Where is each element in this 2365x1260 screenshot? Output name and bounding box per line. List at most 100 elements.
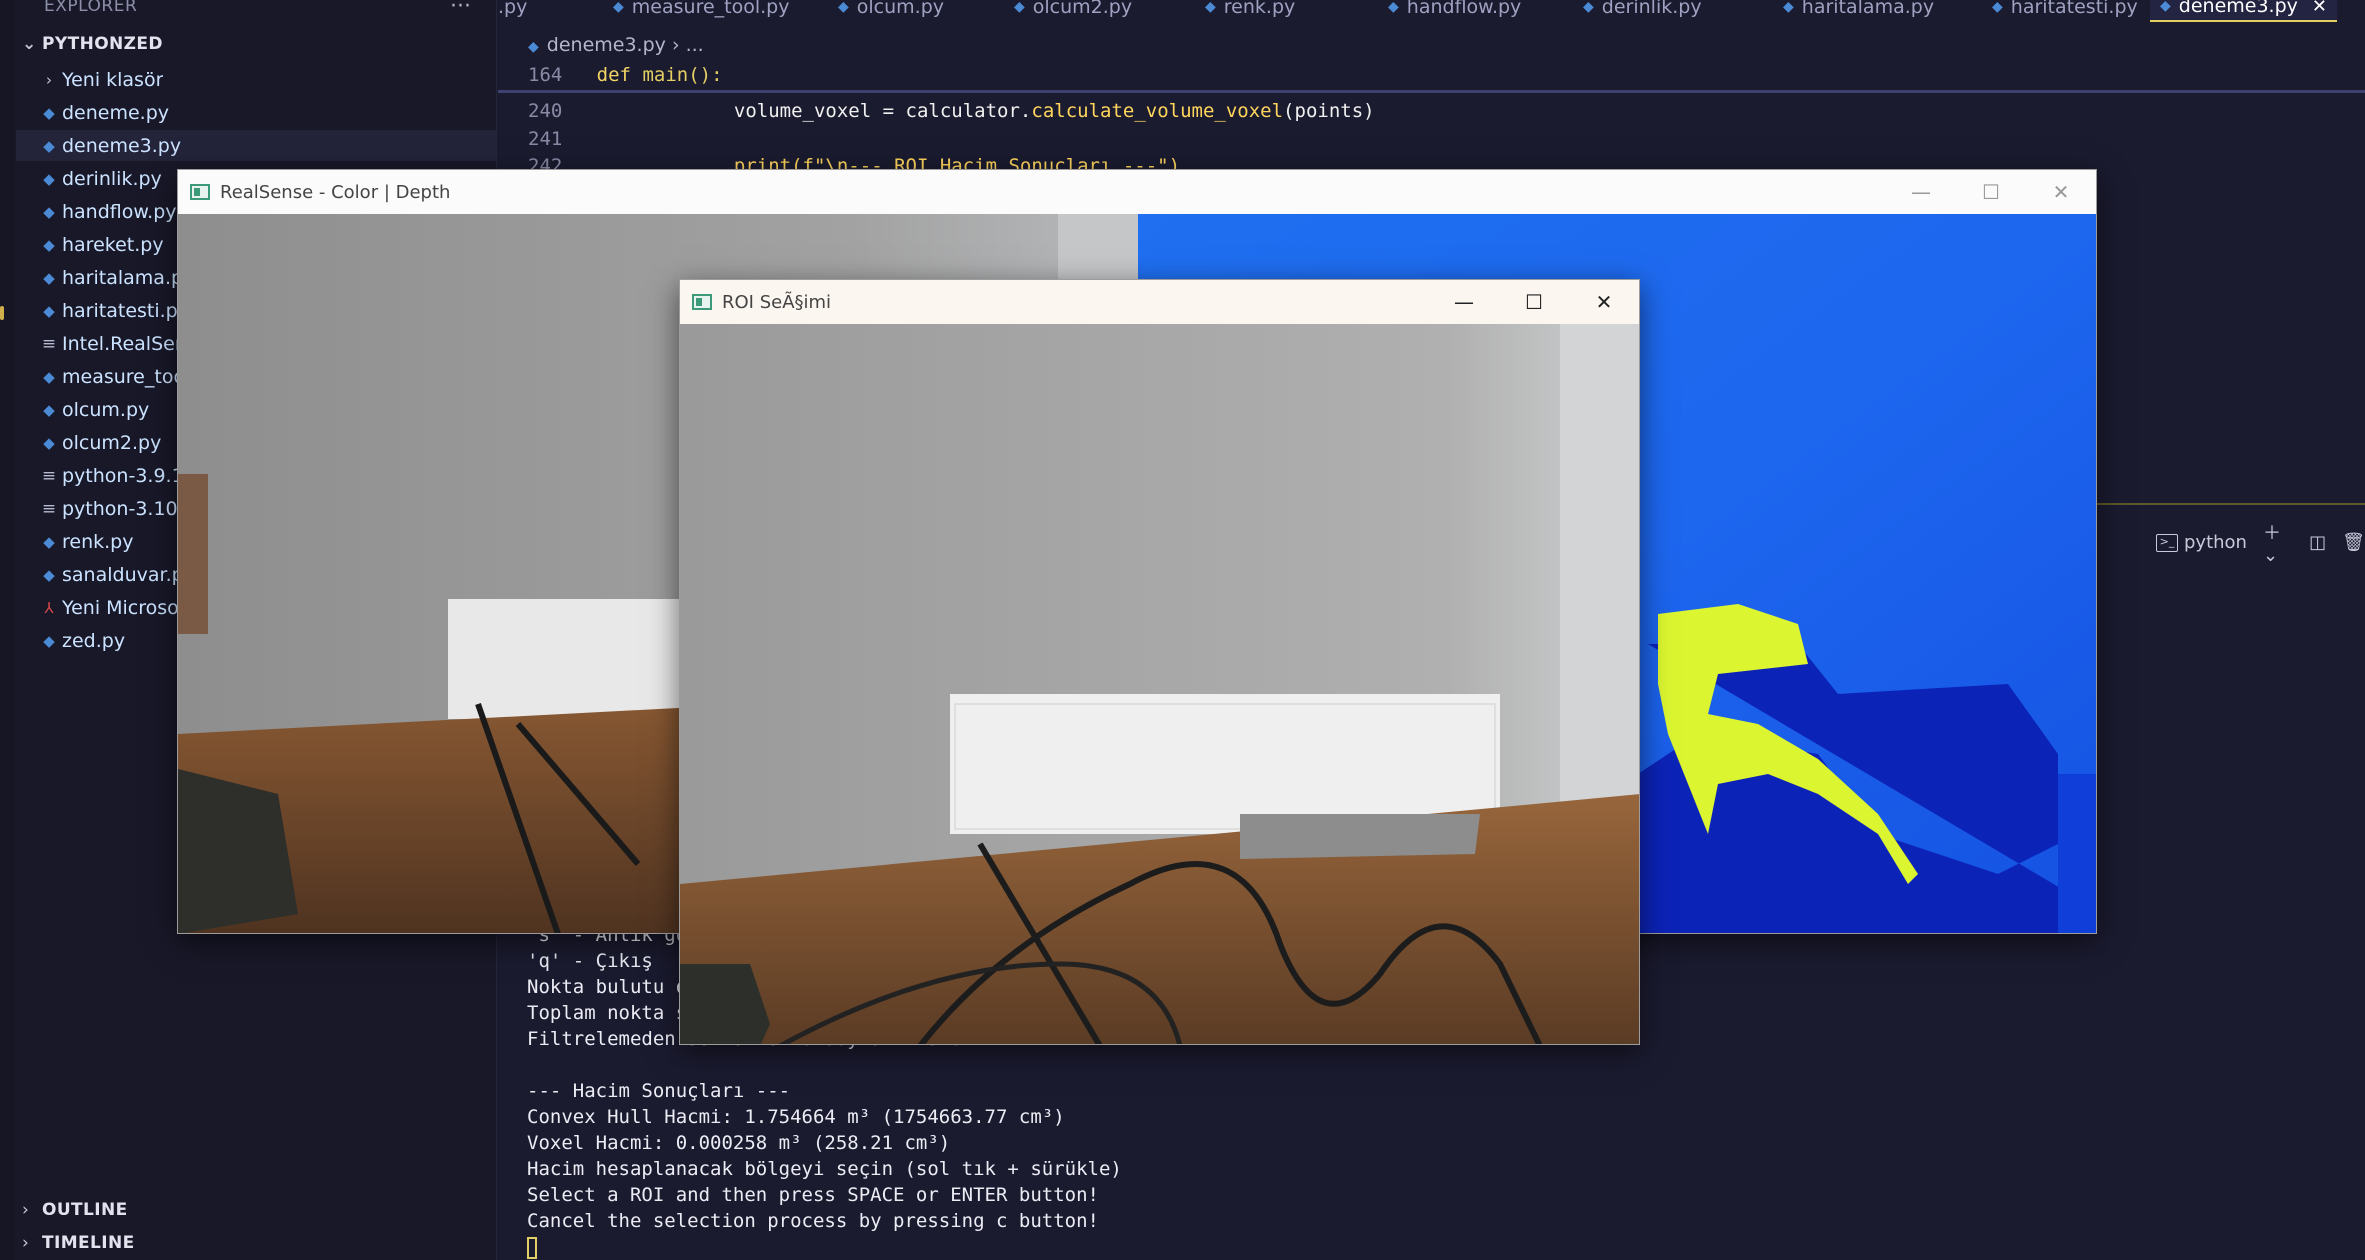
file-label: deneme3.py: [62, 134, 182, 157]
depth-edge: [2058, 774, 2096, 933]
terminal-line: Hacim hesaplanacak bölgeyi seçin (sol tı…: [527, 1158, 1122, 1180]
roi-color-stream: [680, 324, 1639, 1044]
tab-derinlik[interactable]: ◆ derinlik.py: [1583, 0, 1702, 22]
tab-label: handflow.py: [1406, 0, 1522, 18]
code-variable: volume_voxel: [733, 100, 872, 122]
line-number: 242: [528, 155, 563, 169]
python-file-icon: ◆: [1014, 0, 1025, 15]
chevron-right-icon: ›: [22, 1200, 30, 1220]
roi-titlebar[interactable]: ROI SeÃ§imi — ☐ ✕: [680, 280, 1639, 324]
code-paren: (: [1283, 100, 1295, 122]
roi-radiator: [950, 694, 1500, 834]
python-file-icon: ◆: [43, 367, 55, 386]
python-file-icon: ◆: [528, 39, 539, 55]
code-object: calculator: [905, 100, 1020, 122]
close-icon[interactable]: ✕: [2026, 170, 2096, 214]
file-label: haritalama.py: [62, 266, 195, 289]
file-item[interactable]: ◆ deneme.py: [16, 97, 496, 128]
timeline-section[interactable]: › TIMELINE: [22, 1233, 135, 1253]
window-controls: — ☐ ✕: [1886, 170, 2096, 214]
code-keyword: def: [596, 64, 631, 86]
tab-measure-tool[interactable]: ◆ measure_tool.py: [613, 0, 789, 22]
file-label: python-3.10.5: [62, 497, 196, 520]
folder-chevron-icon: ›: [46, 70, 52, 89]
line-number: 164: [528, 64, 563, 86]
tab-renk[interactable]: ◆ renk.py: [1205, 0, 1295, 22]
tab-haritalama[interactable]: ◆ haritalama.py: [1783, 0, 1934, 22]
desktop: EXPLORER ··· ⌄ PYTHONZED › Yeni klasör ◆ den…: [0, 0, 2365, 1260]
split-terminal-icon[interactable]: ◫: [2309, 532, 2326, 553]
new-terminal-plus-icon[interactable]: ＋⌄: [2263, 519, 2293, 566]
maximize-icon[interactable]: ☐: [1956, 170, 2026, 214]
more-actions-icon[interactable]: ···: [450, 0, 471, 19]
file-item[interactable]: ◆ deneme3.py: [16, 130, 496, 161]
file-label: python-3.9.13: [62, 464, 196, 487]
code-text: print(f"\n--- ROI Hacim Sonuçları ---"): [733, 155, 1181, 169]
chevron-right-icon: ›: [22, 1233, 30, 1253]
terminal-line: Voxel Hacmi: 0.000258 m³ (258.21 cm³): [527, 1132, 951, 1154]
explorer-header: EXPLORER: [44, 0, 138, 16]
editor-tab-bar: .py ◆ measure_tool.py ◆ olcum.py ◆ olcum2.p…: [498, 0, 2365, 22]
tab-label: haritalama.py: [1801, 0, 1935, 18]
tab-label: olcum2.py: [1032, 0, 1133, 18]
python-file-icon: ◆: [43, 202, 55, 221]
trash-icon[interactable]: 🗑: [2342, 532, 2365, 553]
file-label: olcum.py: [62, 398, 150, 421]
file-label: hareket.py: [62, 233, 164, 256]
tab-label: measure_tool.py: [631, 0, 790, 18]
maximize-icon[interactable]: ☐: [1499, 280, 1569, 324]
file-label: derinlik.py: [62, 167, 162, 190]
close-icon[interactable]: ✕: [2312, 0, 2327, 17]
roi-power-bank: [1240, 814, 1480, 859]
terminal-icon: >_: [2156, 533, 2178, 552]
code-function-name: main():: [642, 64, 723, 86]
tab-olcum[interactable]: ◆ olcum.py: [838, 0, 944, 22]
tab-handflow[interactable]: ◆ handflow.py: [1388, 0, 1521, 22]
file-label: Yeni klasör: [62, 68, 164, 91]
python-file-icon: ◆: [43, 136, 55, 155]
realsense-titlebar[interactable]: RealSense - Color | Depth — ☐ ✕: [178, 170, 2096, 214]
text-file-icon: ≡: [41, 465, 57, 486]
pdf-file-icon: ⅄: [44, 598, 54, 617]
activity-bar-edge: [0, 0, 14, 1260]
code-line[interactable]: 240 volume_voxel = calculator.calculate_…: [528, 100, 1375, 122]
python-file-icon: ◆: [613, 0, 624, 15]
python-file-icon: ◆: [43, 268, 55, 287]
outline-section[interactable]: › OUTLINE: [22, 1200, 128, 1220]
tab-olcum2[interactable]: ◆ olcum2.py: [1014, 0, 1132, 22]
code-line[interactable]: 241: [528, 128, 562, 150]
file-label: olcum2.py: [62, 431, 162, 454]
sticky-scroll-line[interactable]: 164 def main():: [528, 64, 723, 86]
tab-partial-py[interactable]: .py: [498, 0, 527, 22]
tab-deneme3[interactable]: ◆ deneme3.py ✕: [2150, 0, 2337, 22]
file-label: handflow.py: [62, 200, 177, 223]
file-label: deneme.py: [62, 101, 170, 124]
text-file-icon: ≡: [41, 333, 57, 354]
close-icon[interactable]: ✕: [1569, 280, 1639, 324]
terminal-prompt-line[interactable]: [527, 1234, 1122, 1260]
terminal-instance[interactable]: >_ python: [2156, 532, 2247, 553]
tab-label: .py: [498, 0, 528, 18]
code-argument: points: [1294, 100, 1364, 122]
minimize-icon[interactable]: —: [1886, 170, 1956, 214]
workspace-folder[interactable]: ⌄ PYTHONZED: [22, 34, 163, 54]
breadcrumb[interactable]: ◆ deneme3.py › ...: [528, 34, 704, 56]
file-item[interactable]: › Yeni klasör: [16, 64, 496, 95]
minimize-icon[interactable]: —: [1429, 280, 1499, 324]
python-file-icon: ◆: [43, 433, 55, 452]
python-file-icon: ◆: [43, 235, 55, 254]
python-file-icon: ◆: [43, 565, 55, 584]
code-operator: =: [871, 100, 906, 122]
code-paren: ): [1363, 100, 1375, 122]
timeline-label: TIMELINE: [42, 1233, 135, 1253]
python-file-icon: ◆: [2160, 0, 2171, 14]
opencv-window-icon: [692, 294, 712, 310]
roi-selection-window[interactable]: ROI SeÃ§imi — ☐ ✕: [679, 279, 1640, 1045]
tab-haritatesti[interactable]: ◆ haritatesti.py: [1992, 0, 2138, 22]
roi-frame[interactable]: [680, 324, 1639, 1044]
file-label: zed.py: [62, 629, 126, 652]
python-file-icon: ◆: [1783, 0, 1794, 15]
sticky-scroll-divider: [498, 90, 2365, 93]
tab-label: haritatesti.py: [2010, 0, 2138, 18]
